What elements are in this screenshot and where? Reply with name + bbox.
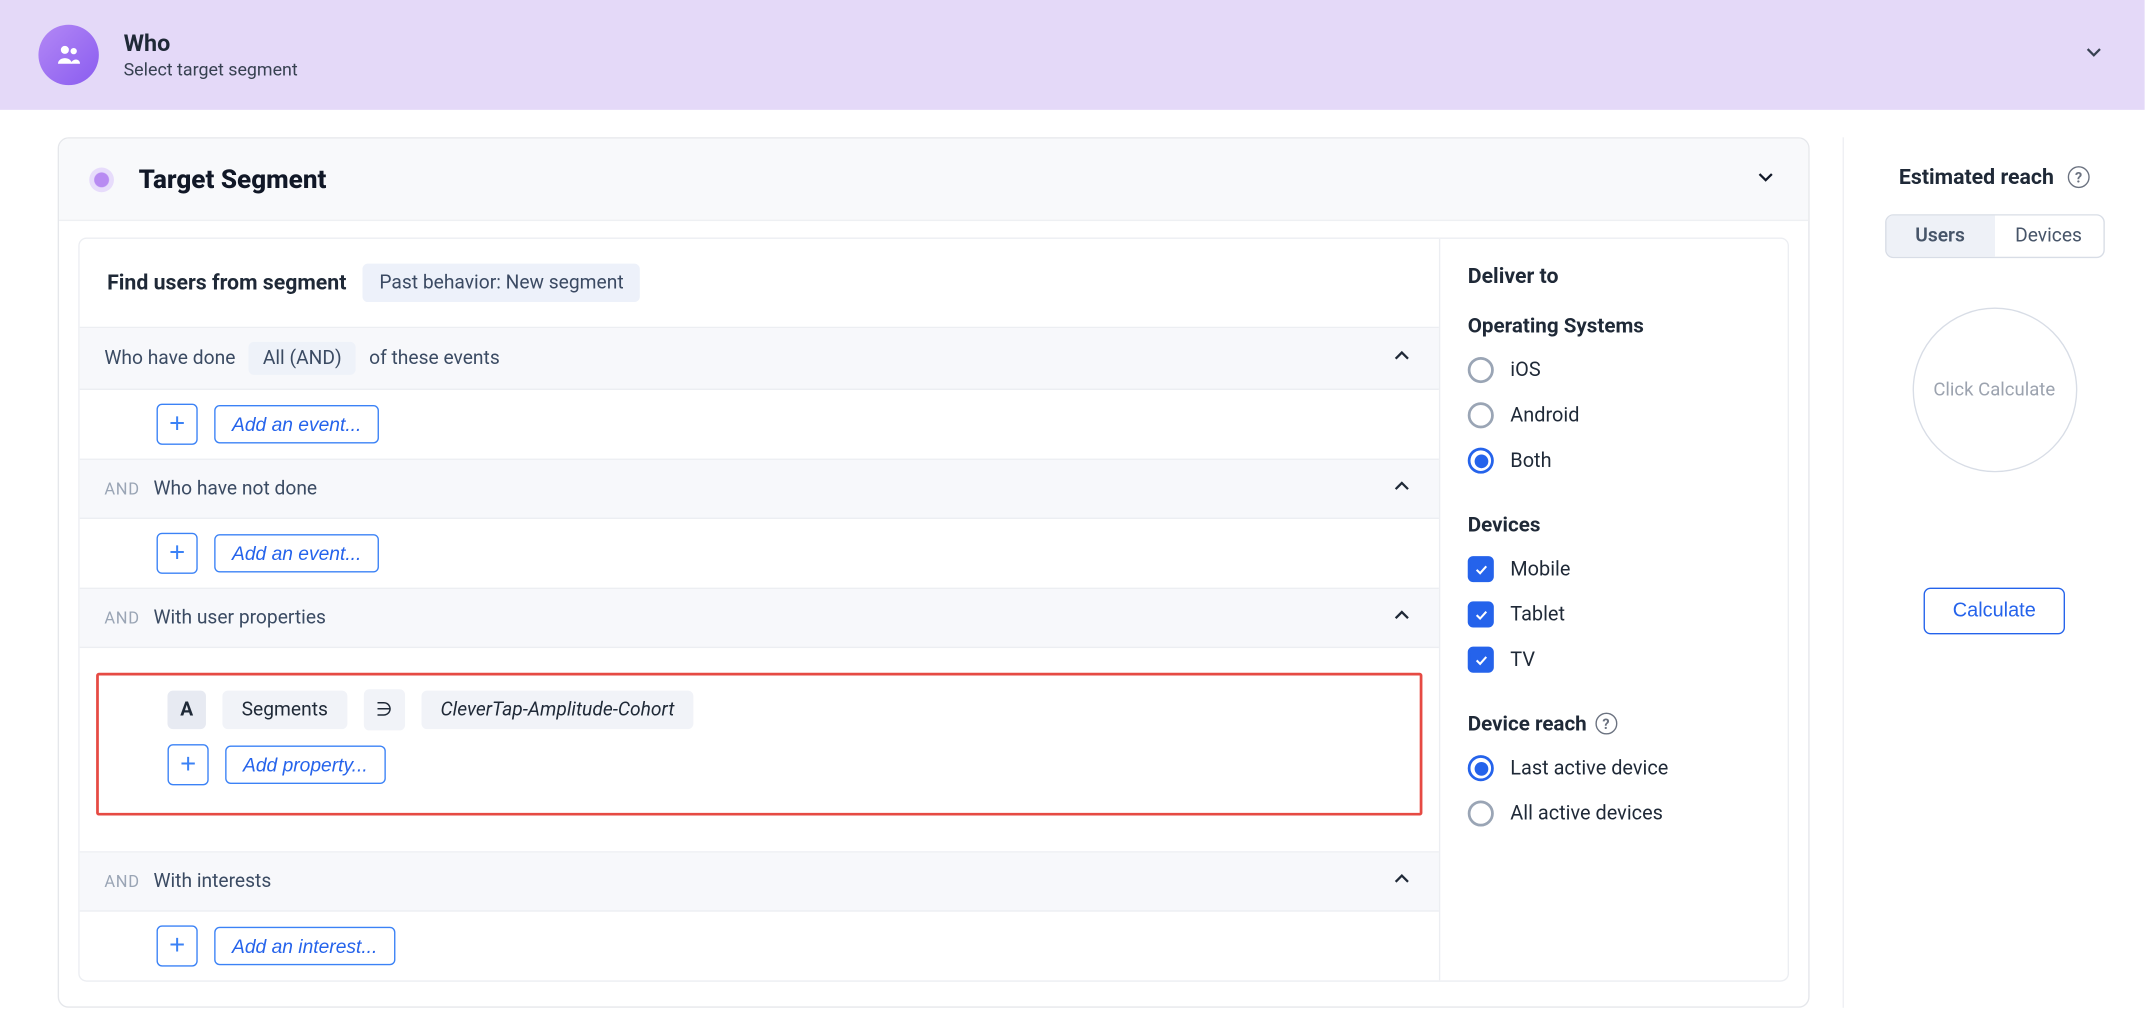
devices-title: Devices [1468, 512, 1760, 537]
interests-section-header: AND With interests [80, 853, 1439, 912]
reach-last-option[interactable]: Last active device [1468, 755, 1760, 781]
reach-circle: Click Calculate [1912, 308, 2077, 473]
os-both-option[interactable]: Both [1468, 448, 1760, 474]
props-collapse[interactable] [1389, 603, 1414, 633]
deliver-title: Deliver to [1468, 264, 1760, 289]
props-add-plus-button[interactable]: + [168, 744, 209, 785]
notdone-add-event-button[interactable]: Add an event... [214, 534, 379, 572]
done-operator-pill[interactable]: All (AND) [249, 342, 355, 375]
done-section-header: Who have done All (AND) of these events [80, 328, 1439, 390]
reach-all-option[interactable]: All active devices [1468, 800, 1760, 826]
header-subtitle: Select target segment [124, 60, 298, 81]
device-reach-title: Device reach [1468, 711, 1587, 736]
target-segment-panel: Target Segment Find users from segment P… [58, 137, 1810, 1007]
segment-dot-icon [89, 167, 114, 192]
props-and: AND [104, 608, 139, 627]
device-tv-option[interactable]: TV [1468, 647, 1760, 673]
prop-value-chip[interactable]: CleverTap-Amplitude-Cohort [421, 691, 693, 729]
done-add-event-button[interactable]: Add an event... [214, 405, 379, 443]
os-ios-option[interactable]: iOS [1468, 357, 1760, 383]
prop-key-chip[interactable]: Segments [222, 691, 347, 729]
tab-devices[interactable]: Devices [1994, 216, 2102, 257]
props-section-header: AND With user properties [80, 589, 1439, 648]
property-condition-block: A Segments ∋ CleverTap-Amplitude-Cohort … [96, 673, 1422, 816]
device-tablet-option[interactable]: Tablet [1468, 601, 1760, 627]
help-icon[interactable]: ? [1595, 713, 1617, 735]
os-android-option[interactable]: Android [1468, 402, 1760, 428]
tab-users[interactable]: Users [1886, 216, 1994, 257]
people-icon [38, 25, 98, 85]
header-collapse-toggle[interactable] [2081, 40, 2106, 70]
find-users-row: Find users from segment Past behavior: N… [80, 239, 1439, 328]
props-label: With user properties [153, 607, 326, 629]
reach-tabs: Users Devices [1884, 214, 2104, 258]
find-label: Find users from segment [107, 270, 346, 295]
done-pre: Who have done [104, 347, 235, 369]
interests-label: With interests [153, 870, 271, 892]
interests-and: AND [104, 872, 139, 891]
prop-operator-chip[interactable]: ∋ [364, 689, 405, 730]
notdone-and: AND [104, 479, 139, 498]
segment-type-tag[interactable]: Past behavior: New segment [363, 264, 640, 302]
os-title: Operating Systems [1468, 313, 1760, 338]
notdone-collapse[interactable] [1389, 474, 1414, 504]
notdone-add-plus-button[interactable]: + [157, 533, 198, 574]
interests-collapse[interactable] [1389, 866, 1414, 896]
panel-collapse-toggle[interactable] [1753, 164, 1778, 194]
interests-add-plus-button[interactable]: + [157, 925, 198, 966]
estimate-title: Estimated reach [1899, 165, 2054, 190]
notdone-label: Who have not done [153, 478, 317, 500]
prop-letter-chip: A [168, 691, 206, 729]
estimated-reach-panel: Estimated reach ? Users Devices Click Ca… [1843, 137, 2145, 1007]
interests-add-button[interactable]: Add an interest... [214, 927, 395, 965]
deliver-to-panel: Deliver to Operating Systems iOS Android… [1439, 239, 1788, 980]
calculate-button[interactable]: Calculate [1924, 588, 2065, 635]
props-add-property-button[interactable]: Add property... [225, 746, 385, 784]
device-mobile-option[interactable]: Mobile [1468, 556, 1760, 582]
notdone-section-header: AND Who have not done [80, 460, 1439, 519]
done-collapse[interactable] [1389, 343, 1414, 373]
header-title: Who [124, 30, 298, 57]
panel-title: Target Segment [139, 163, 327, 195]
who-header: Who Select target segment [0, 0, 2145, 110]
done-post: of these events [369, 347, 500, 369]
help-icon[interactable]: ? [2068, 166, 2090, 188]
done-add-plus-button[interactable]: + [157, 404, 198, 445]
